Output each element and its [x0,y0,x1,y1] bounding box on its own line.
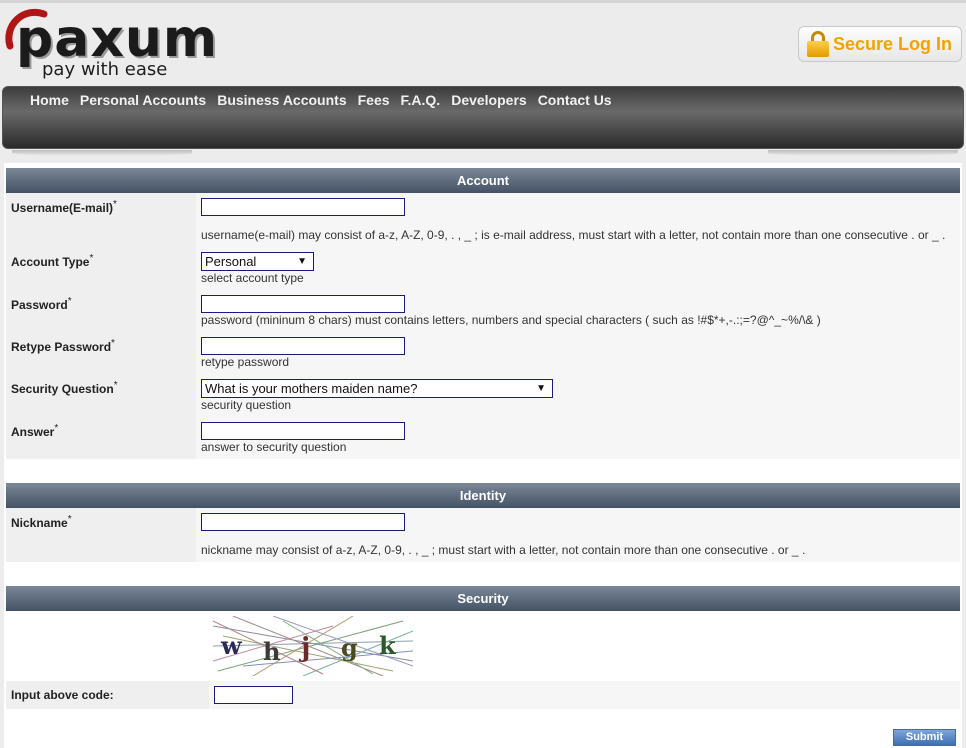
nav-fees[interactable]: Fees [358,92,390,108]
nickname-input[interactable] [201,513,405,531]
section-header-account: Account [6,168,960,193]
nav-personal-accounts[interactable]: Personal Accounts [80,92,206,108]
account-type-label: Account Type* [11,253,94,269]
nav-faq[interactable]: F.A.Q. [401,92,441,108]
main-nav: Home Personal Accounts Business Accounts… [2,86,964,149]
retype-password-label: Retype Password* [11,338,115,354]
username-hint: username(e-mail) may consist of a-z, A-Z… [201,228,946,242]
captcha-char-5: k [379,631,397,660]
section-header-security: Security [6,586,960,611]
captcha-char-3: j [299,633,310,663]
paxum-logo[interactable]: paxum pay with ease [4,6,234,82]
section-header-identity: Identity [6,483,960,508]
captcha-char-2: h [263,637,280,666]
answer-label: Answer* [11,423,59,439]
captcha-code-label: Input above code: [11,688,114,702]
nav-shadow-left [12,150,192,156]
nav-home[interactable]: Home [30,92,69,108]
dropdown-arrow-icon: ▼ [536,383,546,394]
nickname-label: Nickname* [11,514,72,530]
security-question-label: Security Question* [11,380,118,396]
nav-contact-us[interactable]: Contact Us [538,92,612,108]
security-question-hint: security question [201,398,292,412]
lock-icon [807,31,829,57]
nav-business-accounts[interactable]: Business Accounts [217,92,346,108]
password-hint: password (mininum 8 chars) must contains… [201,313,821,327]
secure-login-button[interactable]: Secure Log In [798,26,962,62]
top-border [0,0,966,3]
captcha-code-input[interactable] [214,686,293,704]
dropdown-arrow-icon: ▼ [297,256,307,267]
account-label-column [6,193,196,459]
password-input[interactable] [201,295,405,313]
username-label: Username(E-mail)* [11,199,117,215]
captcha-field-column [209,681,960,709]
retype-password-input[interactable] [201,337,405,355]
account-type-select[interactable]: Personal ▼ [201,252,314,271]
answer-hint: answer to security question [201,440,347,454]
nickname-hint: nickname may consist of a-z, A-Z, 0-9, .… [201,543,806,557]
secure-login-label: Secure Log In [833,33,953,54]
captcha-char-4: g [341,633,358,662]
captcha-image: w h j g k [212,615,414,677]
account-type-hint: select account type [201,271,304,285]
answer-input[interactable] [201,422,405,440]
nav-shadow-right [768,150,958,156]
username-input[interactable] [201,198,405,216]
captcha-noise: w h j g k [212,615,414,677]
nav-developers[interactable]: Developers [451,92,526,108]
captcha-char-1: w [220,631,243,660]
retype-password-hint: retype password [201,355,290,369]
submit-button[interactable]: Submit [893,729,956,746]
password-label: Password* [11,296,72,312]
logo-tagline: pay with ease [42,59,168,80]
security-question-select[interactable]: What is your mothers maiden name? ▼ [201,379,553,398]
